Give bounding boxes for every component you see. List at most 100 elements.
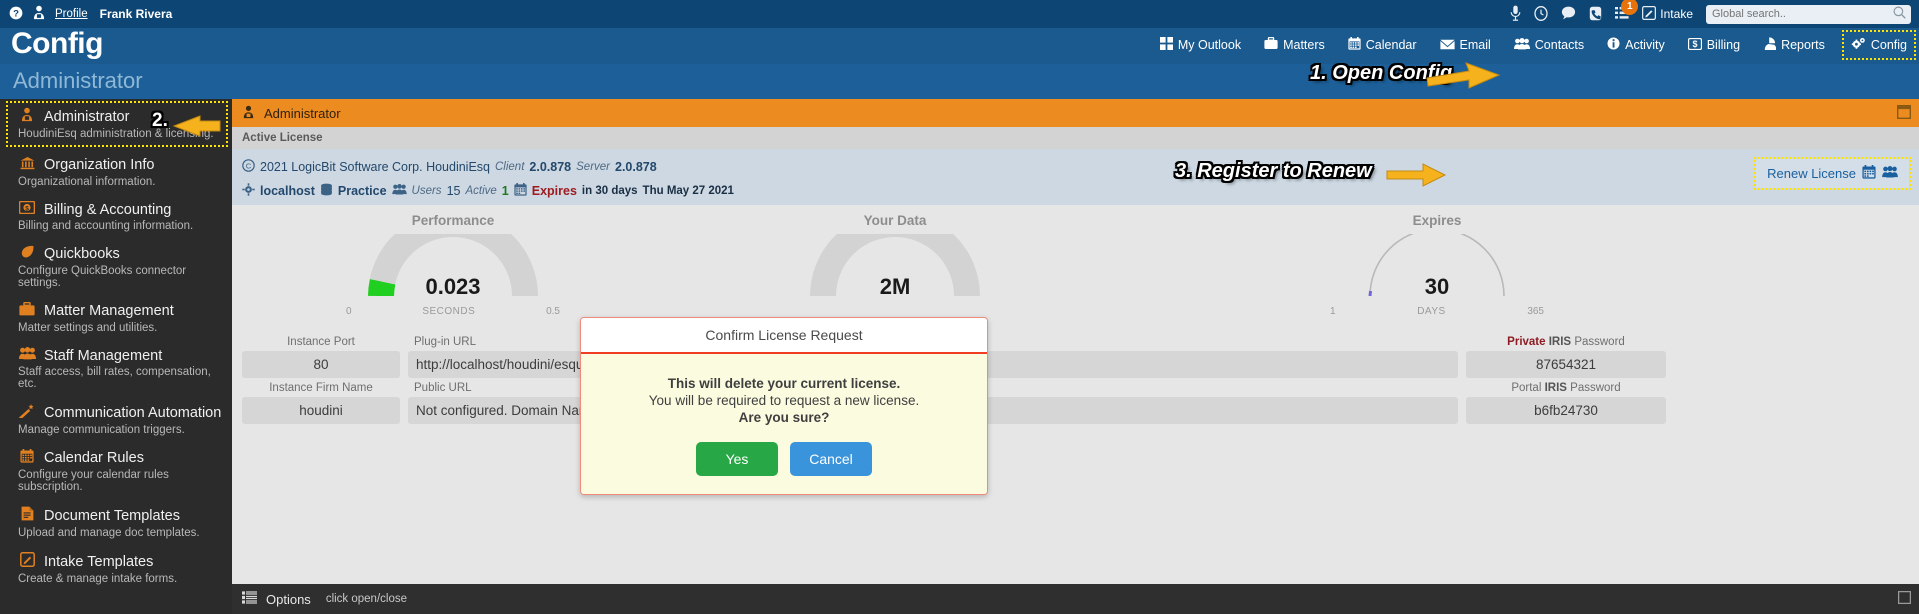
- top-utility-bar: ? Profile Frank Rivera 1 Intake Global s…: [0, 0, 1919, 28]
- calendar-icon: [1348, 37, 1361, 53]
- dollar-box-icon: $: [18, 200, 36, 218]
- form-row-2: Instance Firm Name houdini Public URL No…: [242, 380, 1909, 424]
- sidebar-item-matter-management[interactable]: Matter Management Matter settings and ut…: [0, 296, 232, 341]
- list-icon: [242, 591, 257, 607]
- sidebar-item-billing-accounting[interactable]: $ Billing & Accounting Billing and accou…: [0, 195, 232, 239]
- window-icon[interactable]: [1896, 104, 1912, 122]
- gauge-min-label: 0: [346, 306, 352, 317]
- sidebar-item-document-templates[interactable]: Document Templates Upload and manage doc…: [0, 500, 232, 546]
- user-lock-icon: [242, 105, 255, 122]
- nav-email[interactable]: Email: [1437, 34, 1494, 57]
- user-lock-icon[interactable]: [32, 5, 46, 23]
- nav-config[interactable]: Config: [1841, 30, 1917, 60]
- field-value[interactable]: 87654321: [1466, 351, 1666, 378]
- field-value[interactable]: b6fb24730: [1466, 397, 1666, 424]
- calendar-icon: [1862, 165, 1876, 182]
- search-icon[interactable]: [1893, 6, 1906, 22]
- confirm-license-request-dialog: Confirm License Request This will delete…: [580, 317, 988, 495]
- sidebar-item-quickbooks[interactable]: Quickbooks Configure QuickBooks connecto…: [0, 239, 232, 296]
- license-line-2: localhost Practice Users 15 Active 1 Exp…: [242, 179, 1909, 203]
- microphone-icon[interactable]: [1510, 5, 1521, 23]
- database-name: Practice: [337, 184, 387, 198]
- global-search-box[interactable]: [1706, 4, 1911, 24]
- gauge-unit: DAYS: [1417, 306, 1446, 317]
- expires-date: Thu May 27 2021: [642, 185, 734, 197]
- phone-icon[interactable]: [1589, 6, 1602, 23]
- nav-activity[interactable]: Activity: [1604, 33, 1668, 57]
- main-navigation: My Outlook Matters Calendar Email Contac…: [1157, 30, 1917, 60]
- nav-my-outlook[interactable]: My Outlook: [1157, 33, 1244, 57]
- search-input[interactable]: [1712, 8, 1888, 20]
- sidebar-item-desc: Staff access, bill rates, compensation, …: [18, 366, 211, 390]
- dialog-line-2: You will be required to request a new li…: [648, 393, 920, 408]
- tasks-icon[interactable]: 1: [1615, 0, 1639, 22]
- annotation-arrow-1: [1426, 62, 1501, 89]
- field-value[interactable]: houdini: [242, 397, 400, 424]
- server-version: 2.0.878: [615, 160, 657, 174]
- sidebar-item-desc: Create & manage intake forms.: [18, 573, 178, 585]
- renew-license-button[interactable]: Renew License: [1767, 165, 1898, 182]
- intake-button[interactable]: Intake: [1642, 5, 1693, 23]
- options-hint: click open/close: [325, 593, 407, 605]
- nav-label: Matters: [1283, 38, 1325, 52]
- server-label: Server: [576, 161, 610, 173]
- nav-matters[interactable]: Matters: [1261, 33, 1328, 57]
- leaf-icon: [18, 245, 36, 263]
- annotation-arrow-3: [1386, 163, 1447, 187]
- question-circle-icon[interactable]: ?: [9, 6, 23, 23]
- sidebar-item-label: Calendar Rules: [44, 450, 144, 466]
- license-info-bar: C 2021 LogicBit Software Corp. HoudiniEs…: [232, 149, 1919, 205]
- sidebar-item-staff-management[interactable]: Staff Management Staff access, bill rate…: [0, 341, 232, 397]
- cancel-button[interactable]: Cancel: [790, 442, 872, 476]
- topbar-left-group: ? Profile Frank Rivera: [0, 5, 172, 23]
- nav-reports[interactable]: Reports: [1760, 33, 1828, 57]
- sidebar-item-intake-templates[interactable]: Intake Templates Create & manage intake …: [0, 546, 232, 592]
- gauge-your-data: Your Data 2M: [780, 211, 1010, 306]
- field-label-suffix: Password: [1570, 382, 1621, 394]
- user-name: Frank Rivera: [99, 7, 173, 21]
- chat-icon[interactable]: [1561, 6, 1576, 22]
- dollar-icon: $: [1687, 37, 1702, 53]
- sidebar-item-desc: Organizational information.: [18, 176, 156, 188]
- sidebar-item-calendar-rules[interactable]: Calendar Rules Configure your calendar r…: [0, 443, 232, 500]
- sidebar-item-label: Quickbooks: [44, 246, 120, 262]
- field-label-bold: IRIS: [1544, 382, 1567, 394]
- copyright-text: 2021 LogicBit Software Corp. HoudiniEsq: [260, 160, 490, 174]
- svg-text:$: $: [25, 205, 29, 212]
- nav-calendar[interactable]: Calendar: [1345, 33, 1420, 57]
- field-label-prefix: Portal: [1511, 382, 1542, 394]
- gauge-title: Performance: [411, 213, 495, 228]
- nav-contacts[interactable]: Contacts: [1511, 34, 1587, 57]
- annotation-step-2: 2.: [152, 110, 168, 131]
- dialog-line-1: This will delete your current license.: [667, 376, 901, 391]
- dialog-body: This will delete your current license. Y…: [581, 354, 987, 494]
- nav-label: Email: [1459, 38, 1491, 52]
- field-value[interactable]: 80: [242, 351, 400, 378]
- annotation-arrow-2: [172, 115, 221, 137]
- field-instance-firm-name: Instance Firm Name houdini: [242, 380, 400, 424]
- field-private-iris-password: Private IRIS Password 87654321: [1466, 334, 1666, 378]
- sidebar-item-label: Billing & Accounting: [44, 201, 172, 218]
- renew-license-container[interactable]: Renew License: [1754, 157, 1911, 190]
- nav-label: Contacts: [1534, 38, 1585, 52]
- gear-icon: [242, 183, 255, 199]
- nav-billing[interactable]: $ Billing: [1685, 34, 1743, 57]
- field-label-bold: IRIS: [1548, 336, 1572, 348]
- field-label: Instance Firm Name: [269, 382, 373, 394]
- sidebar-item-communication-automation[interactable]: Communication Automation Manage communic…: [0, 397, 232, 443]
- resize-icon[interactable]: [1897, 590, 1912, 607]
- profile-link[interactable]: Profile: [55, 8, 88, 20]
- sidebar-item-organization-info[interactable]: Organization Info Organizational informa…: [0, 150, 232, 195]
- gauge-scale: 0 SECONDS 0.5: [338, 306, 568, 317]
- expires-label: Expires: [531, 184, 577, 198]
- sidebar-item-label: Administrator: [44, 108, 130, 125]
- gauge-expires: Expires 30 1 DAYS 365: [1322, 213, 1552, 317]
- options-footer-bar[interactable]: Options click open/close: [232, 584, 1919, 614]
- intake-label: Intake: [1660, 7, 1693, 21]
- gauge-arc: 0.023: [338, 211, 568, 299]
- yes-button[interactable]: Yes: [696, 442, 778, 476]
- clock-icon[interactable]: [1534, 5, 1548, 23]
- instance-settings-form: Instance Port 80 Plug-in URL http://loca…: [232, 330, 1919, 424]
- nav-label: Config: [1870, 38, 1907, 52]
- expires-in: in 30 days: [581, 185, 638, 197]
